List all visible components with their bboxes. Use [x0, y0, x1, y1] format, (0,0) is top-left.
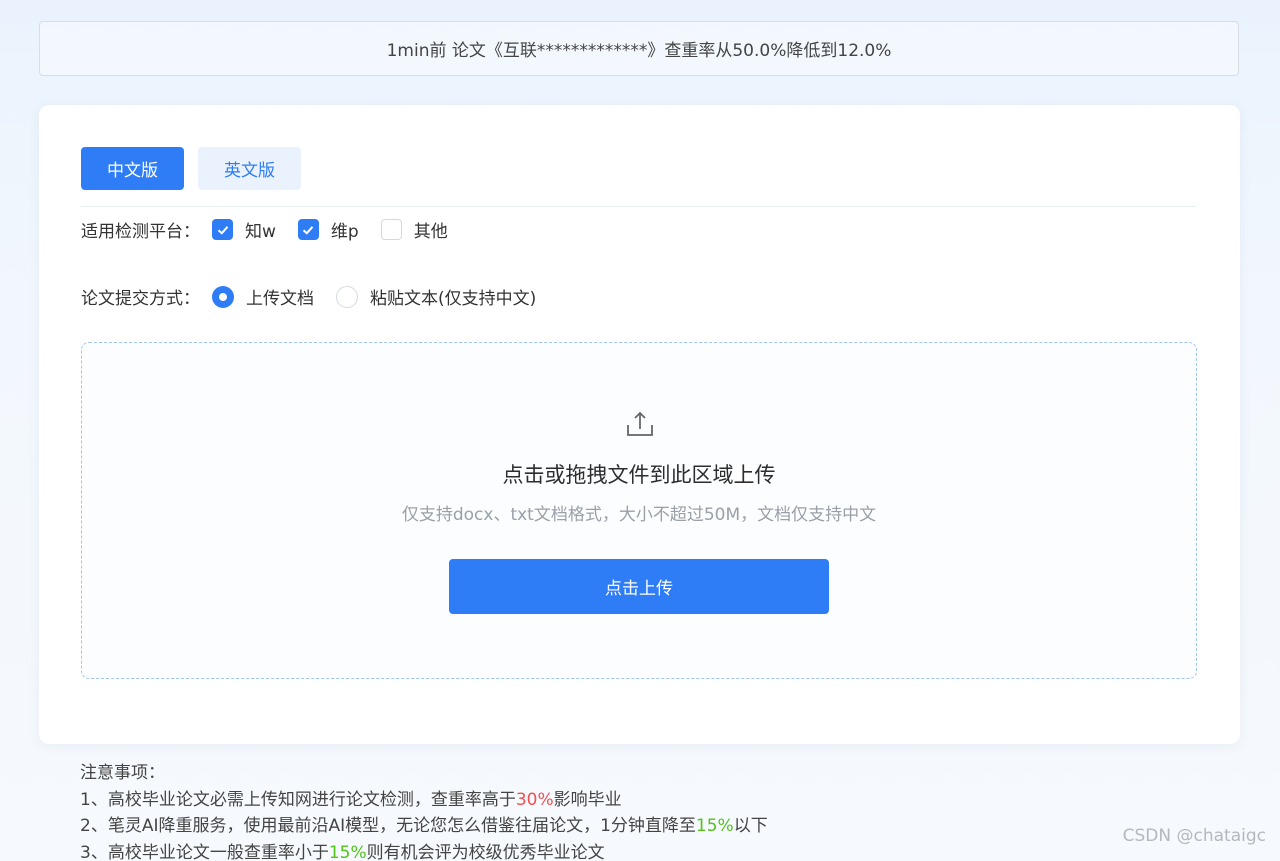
notes-heading: 注意事项： — [80, 763, 165, 783]
method-option-upload[interactable]: 上传文档 — [212, 284, 314, 309]
platform-option-weip[interactable]: 维p — [297, 217, 359, 242]
platform-option-label: 其他 — [413, 222, 448, 242]
platform-option-other[interactable]: 其他 — [380, 217, 448, 242]
dropzone-title: 点击或拖拽文件到此区域上传 — [502, 463, 776, 487]
method-option-label: 上传文档 — [246, 289, 314, 309]
version-tabs: 中文版 英文版 — [81, 147, 301, 190]
note-highlight: 30% — [515, 789, 554, 810]
notes-section: 注意事项： 1、高校毕业论文必需上传知网进行论文检测，查重率高于30%影响毕业 … — [80, 760, 768, 861]
note-text: 则有机会评为校级优秀毕业论文 — [366, 842, 605, 861]
note-text: 以下 — [733, 816, 768, 836]
tab-chinese[interactable]: 中文版 — [81, 147, 184, 190]
main-card: 中文版 英文版 适用检测平台： 知w 维p 其他 论文提交方式： 上传文档 粘贴… — [39, 105, 1240, 744]
note-text: 3、高校毕业论文一般查重率小于 — [80, 842, 329, 861]
radio-unselected-icon[interactable] — [336, 285, 358, 308]
upload-button[interactable]: 点击上传 — [449, 559, 829, 614]
tab-english[interactable]: 英文版 — [198, 147, 301, 190]
upload-dropzone[interactable]: 点击或拖拽文件到此区域上传 仅支持docx、txt文档格式，大小不超过50M，文… — [81, 342, 1197, 679]
submit-method-row: 论文提交方式： 上传文档 粘贴文本(仅支持中文) — [81, 284, 558, 309]
platform-row: 适用检测平台： 知w 维p 其他 — [81, 217, 470, 242]
note-item: 3、高校毕业论文一般查重率小于15%则有机会评为校级优秀毕业论文 — [80, 840, 768, 861]
note-highlight: 15% — [695, 816, 734, 836]
dropzone-hint: 仅支持docx、txt文档格式，大小不超过50M，文档仅支持中文 — [401, 505, 877, 525]
note-item: 2、笔灵AI降重服务，使用最前沿AI模型，无论您怎么借鉴往届论文，1分钟直降至1… — [80, 813, 768, 840]
banner-text: 1min前 论文《互联*************》查重率从50.0%降低到12.… — [386, 41, 892, 61]
watermark: CSDN @chataigc — [1122, 826, 1266, 846]
note-highlight: 15% — [328, 842, 367, 861]
platform-option-zhiw[interactable]: 知w — [212, 217, 276, 242]
method-option-paste[interactable]: 粘贴文本(仅支持中文) — [336, 284, 536, 309]
activity-banner: 1min前 论文《互联*************》查重率从50.0%降低到12.… — [39, 21, 1239, 76]
platform-label: 适用检测平台： — [81, 222, 200, 242]
platform-option-label: 维p — [330, 222, 359, 242]
note-text: 1、高校毕业论文必需上传知网进行论文检测，查重率高于 — [80, 789, 516, 810]
upload-icon — [627, 411, 653, 436]
method-option-label: 粘贴文本(仅支持中文) — [370, 289, 537, 309]
checkbox-checked-icon[interactable] — [297, 219, 319, 240]
radio-selected-icon[interactable] — [212, 285, 234, 308]
divider — [81, 206, 1196, 207]
note-text: 影响毕业 — [553, 789, 622, 810]
checkbox-unchecked-icon[interactable] — [380, 219, 402, 240]
note-item: 1、高校毕业论文必需上传知网进行论文检测，查重率高于30%影响毕业 — [80, 787, 768, 814]
checkbox-checked-icon[interactable] — [212, 219, 233, 240]
method-label: 论文提交方式： — [81, 289, 200, 309]
platform-option-label: 知w — [245, 222, 276, 242]
note-text: 2、笔灵AI降重服务，使用最前沿AI模型，无论您怎么借鉴往届论文，1分钟直降至 — [80, 816, 696, 836]
